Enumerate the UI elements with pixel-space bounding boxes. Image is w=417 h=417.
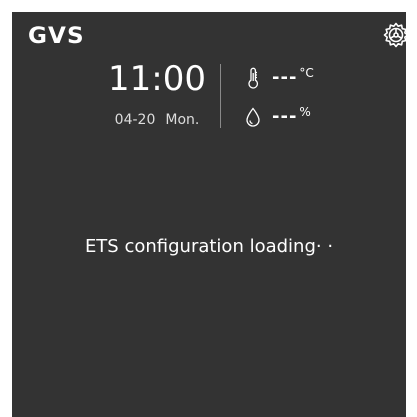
gear-icon: [383, 22, 406, 48]
vertical-divider: [220, 64, 221, 128]
weekday-value: Mon.: [165, 112, 200, 128]
thermometer-icon: [248, 67, 258, 89]
humidity-reading: --- %: [244, 105, 311, 129]
brand-logo: GVS: [28, 24, 85, 49]
date-value: 04-20: [114, 112, 156, 128]
panel-screen: GVS 11:00 04-20 Mon. --- °C --- % ETS co…: [12, 12, 406, 417]
droplet-icon: [246, 107, 260, 127]
temperature-unit: °C: [299, 66, 314, 80]
loading-status-text: ETS configuration loading· ·: [84, 236, 334, 257]
humidity-unit: %: [299, 105, 311, 119]
temperature-reading: --- °C: [244, 66, 314, 90]
clock-time: 11:00: [108, 59, 206, 99]
settings-button[interactable]: [382, 21, 406, 49]
humidity-value: ---: [272, 106, 298, 127]
temperature-value: ---: [272, 67, 298, 88]
clock-date: 04-20 Mon.: [98, 112, 216, 128]
